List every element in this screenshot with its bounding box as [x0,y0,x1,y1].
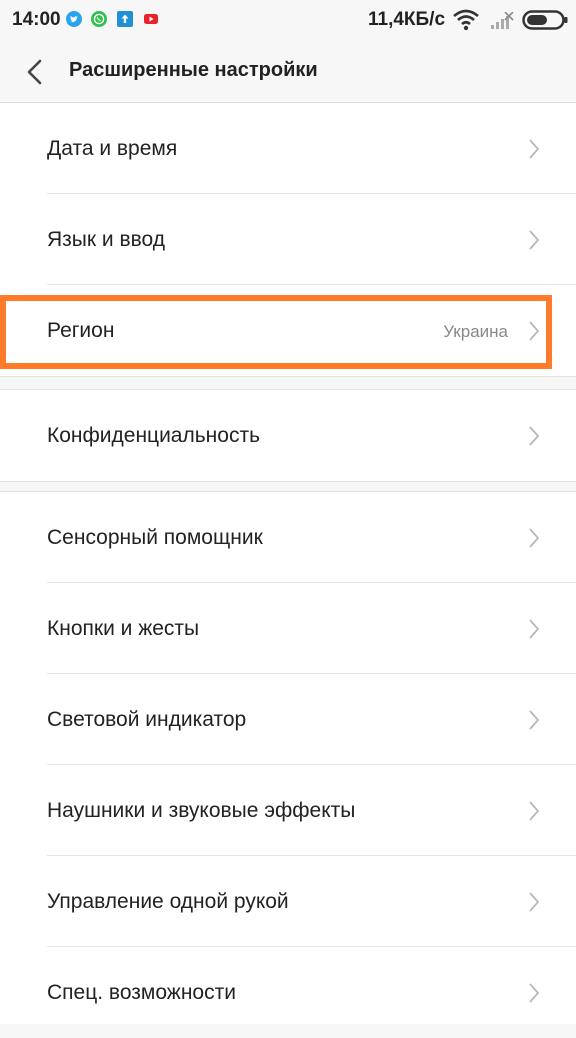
chevron-left-icon [27,59,42,85]
setting-label: Язык и ввод [47,228,166,251]
setting-headphones-sound[interactable]: Наушники и звуковые эффекты [0,765,576,856]
setting-label: Управление одной рукой [47,890,289,913]
setting-touch-assistant[interactable]: Сенсорный помощник [0,492,576,583]
back-button[interactable] [18,54,54,90]
setting-led-indicator[interactable]: Световой индикатор [0,674,576,765]
chevron-right-icon [529,321,540,341]
group-separator [0,376,576,377]
setting-label: Сенсорный помощник [47,526,263,549]
setting-label: Дата и время [47,137,178,160]
settings-group-2: Конфиденциальность [0,390,576,481]
status-time: 14:00 [12,9,61,30]
chevron-right-icon [529,619,540,639]
setting-label: Наушники и звуковые эффекты [47,799,356,822]
setting-accessibility[interactable]: Спец. возможности [0,947,576,1038]
setting-region[interactable]: Регион Украина [0,285,576,376]
setting-value: Украина [443,322,508,341]
upload-icon [117,11,133,27]
twitter-icon [66,11,82,27]
setting-buttons-gestures[interactable]: Кнопки и жесты [0,583,576,674]
chevron-right-icon [529,710,540,730]
settings-group-3: Сенсорный помощник Кнопки и жесты Светов… [0,492,576,1024]
battery-icon [522,10,568,30]
chevron-right-icon [529,528,540,548]
setting-language-input[interactable]: Язык и ввод [0,194,576,285]
chevron-right-icon [529,892,540,912]
setting-one-handed-mode[interactable]: Управление одной рукой [0,856,576,947]
whatsapp-icon [91,11,107,27]
settings-group-1: Дата и время Язык и ввод Регион Украина [0,103,576,376]
page-title: Расширенные настройки [69,59,318,81]
network-speed: 11,4КБ/с [368,9,446,30]
app-bar: Расширенные настройки [0,40,576,103]
status-bar: 14:00 11,4КБ/с [0,0,576,40]
setting-label: Световой индикатор [47,708,247,731]
group-separator [0,481,576,482]
setting-privacy[interactable]: Конфиденциальность [0,390,576,481]
chevron-right-icon [529,230,540,250]
chevron-right-icon [529,139,540,159]
setting-label: Спец. возможности [47,981,236,1004]
setting-label: Кнопки и жесты [47,617,200,640]
youtube-icon [144,14,158,24]
chevron-right-icon [529,983,540,1003]
chevron-right-icon [529,801,540,821]
signal-icon [491,12,514,29]
wifi-icon [453,9,479,31]
setting-label: Регион [47,319,115,342]
chevron-right-icon [529,426,540,446]
setting-date-time[interactable]: Дата и время [0,103,576,194]
setting-label: Конфиденциальность [47,424,261,447]
